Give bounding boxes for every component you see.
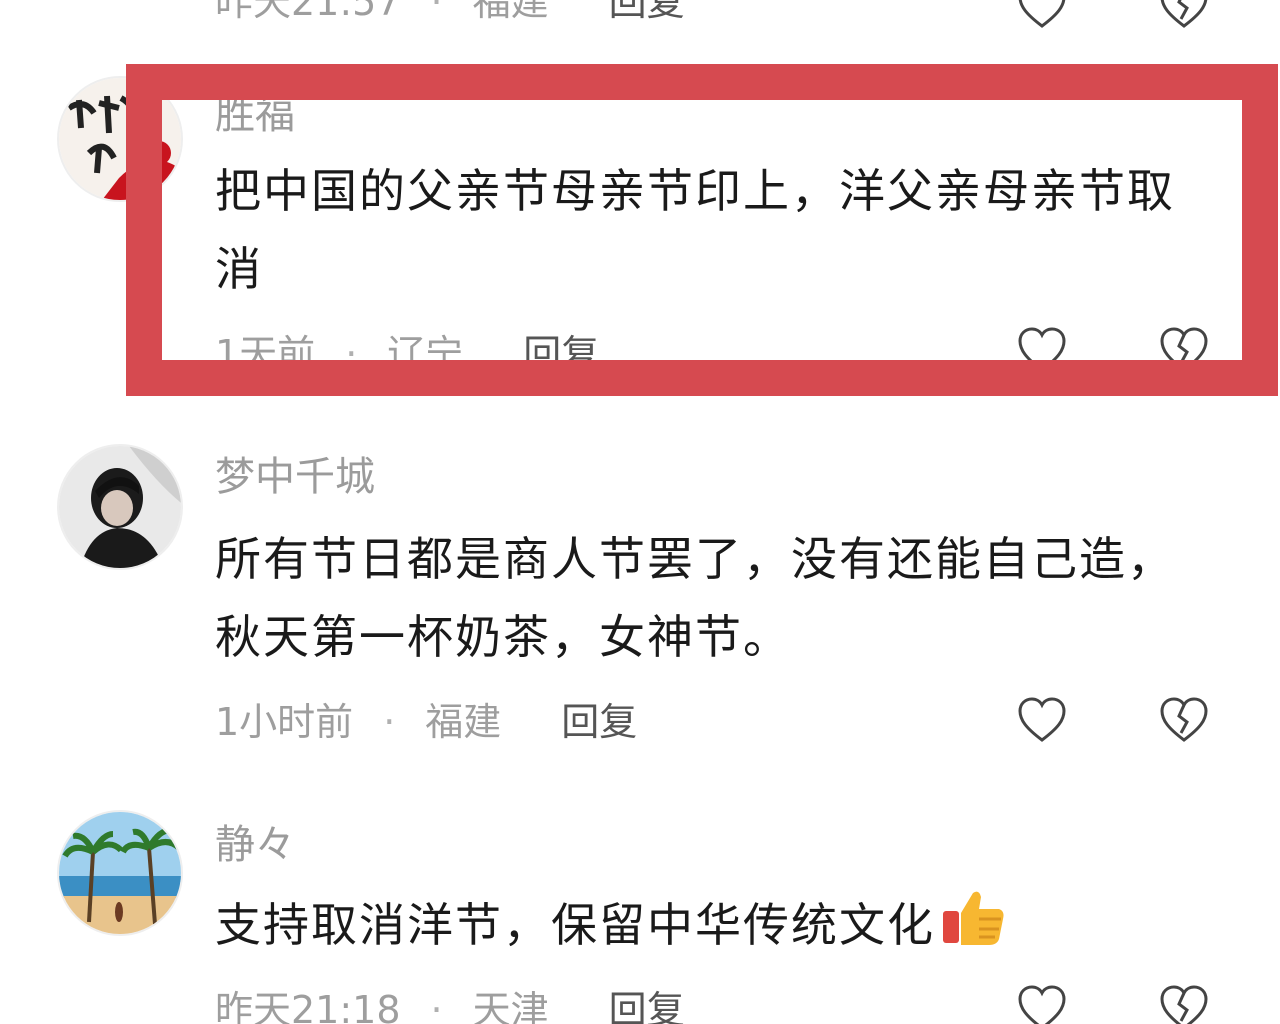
heart-outline-icon[interactable] — [1014, 0, 1070, 34]
calligraphy-avatar[interactable] — [57, 76, 183, 202]
comment-meta: 昨天21:18 · 天津 回复 — [215, 986, 685, 1024]
comment-meta: 昨天21:57 · 福建 回复 — [215, 0, 685, 26]
beach-palm-avatar[interactable] — [57, 810, 183, 936]
comment-text-content: 支持取消洋节，保留中华传统文化 — [215, 898, 935, 952]
comment-location: 天津 — [472, 988, 549, 1024]
comment-text: 所有节日都是商人节罢了，没有还能自己造，秋天第一杯奶茶，女神节。 — [215, 532, 1175, 664]
thumbs-up-emoji-icon — [939, 887, 1007, 970]
meta-separator: · — [430, 988, 443, 1024]
comment-feed: 昨天21:57 · 福建 回复 胜福 把中国的父亲节母亲节印上，洋父亲母亲节取消 1天… — [0, 0, 1280, 1024]
comment-location: 辽宁 — [387, 332, 464, 376]
comment-meta: 1小时前 · 福建 回复 — [215, 698, 637, 746]
comment-time: 1小时前 — [215, 700, 354, 744]
heart-outline-icon[interactable] — [1014, 692, 1070, 748]
comment-location: 福建 — [472, 0, 549, 24]
comment-username[interactable]: 梦中千城 — [215, 452, 375, 502]
comment-time: 1天前 — [215, 332, 316, 376]
reply-button[interactable]: 回复 — [561, 700, 637, 744]
broken-heart-icon[interactable] — [1156, 980, 1212, 1024]
heart-outline-icon[interactable] — [1014, 322, 1070, 378]
reply-button[interactable]: 回复 — [609, 0, 685, 24]
comment-text: 把中国的父亲节母亲节印上，洋父亲母亲节取消 — [215, 164, 1175, 296]
broken-heart-icon[interactable] — [1156, 322, 1212, 378]
person-avatar[interactable] — [57, 444, 183, 570]
meta-separator: · — [430, 0, 443, 24]
comment-location: 福建 — [425, 700, 502, 744]
comment-meta: 1天前 · 辽宁 回复 — [215, 330, 599, 378]
comment-username[interactable]: 胜福 — [215, 90, 295, 140]
meta-separator: · — [383, 700, 396, 744]
broken-heart-icon[interactable] — [1156, 692, 1212, 748]
comment-time: 昨天21:18 — [215, 988, 401, 1024]
meta-separator: · — [345, 332, 358, 376]
comment-text: 支持取消洋节，保留中华传统文化 — [215, 886, 1195, 970]
comment-time: 昨天21:57 — [215, 0, 401, 24]
reply-button[interactable]: 回复 — [609, 988, 685, 1024]
reply-button[interactable]: 回复 — [523, 332, 599, 376]
broken-heart-icon[interactable] — [1156, 0, 1212, 34]
heart-outline-icon[interactable] — [1014, 980, 1070, 1024]
comment-username[interactable]: 静々 — [215, 820, 295, 870]
